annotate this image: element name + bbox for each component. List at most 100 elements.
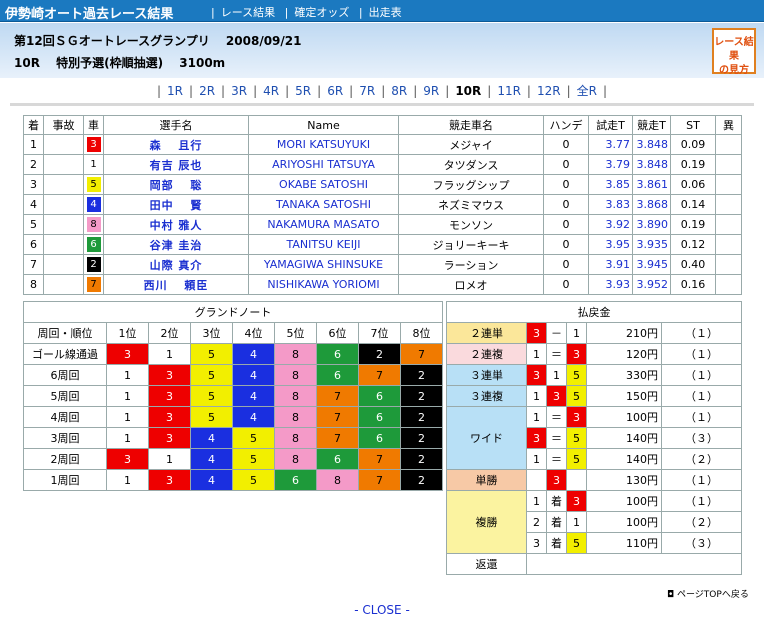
- nav-race-result[interactable]: レース結果: [221, 6, 275, 19]
- rider-name[interactable]: 中村 雅人: [103, 214, 249, 235]
- machine-name: ラーション: [398, 254, 544, 275]
- nav-entry-list[interactable]: 出走表: [369, 6, 402, 19]
- race-link-5[interactable]: 5R: [295, 84, 311, 98]
- combo-car: 5: [566, 385, 587, 407]
- handicap: 0: [543, 174, 589, 195]
- combo-car: 3: [526, 427, 547, 449]
- race-link-2[interactable]: 2R: [199, 84, 215, 98]
- table-row: 4 4 田中 賢 TANAKA SATOSHI ネズミマウス 0 3.83 3.868 0.14: [23, 194, 742, 215]
- nav-separator: |: [381, 84, 386, 98]
- race-link-13[interactable]: 全R: [577, 84, 597, 98]
- trial-time: 3.77: [588, 134, 633, 155]
- rider-name[interactable]: 森 且行: [103, 134, 249, 155]
- position-car: 2: [399, 406, 444, 428]
- howto-button[interactable]: レース結果 の見方: [712, 28, 756, 76]
- race-link-1[interactable]: 1R: [167, 84, 183, 98]
- page-top-link[interactable]: ◘ ページTOPへ戻る: [667, 587, 749, 600]
- combo-car: 3: [566, 406, 587, 428]
- rider-name[interactable]: 谷津 圭治: [103, 234, 249, 255]
- accident: [43, 254, 84, 275]
- place-rank: 3: [526, 532, 547, 554]
- nav-separator: |: [285, 84, 290, 98]
- place-label: 着: [546, 490, 567, 512]
- table-row: 7 2 山際 真介 YAMAGIWA SHINSUKE ラーション 0 3.91 3.945 0…: [23, 254, 742, 275]
- race-link-7[interactable]: 7R: [359, 84, 375, 98]
- results-header: 車: [83, 115, 104, 135]
- position-car: 7: [316, 406, 359, 428]
- race-time: 3.861: [632, 174, 671, 195]
- grand-note-header: 2位: [148, 322, 191, 344]
- race-link-6[interactable]: 6R: [327, 84, 343, 98]
- car-cell: 3: [83, 134, 104, 155]
- car-number: 2: [86, 257, 101, 272]
- grand-note-header: 7位: [358, 322, 401, 344]
- grand-note-header: 4位: [232, 322, 275, 344]
- combo-sep: ＝: [546, 427, 567, 449]
- car-number: 7: [86, 277, 101, 292]
- race-time: 3.848: [632, 134, 671, 155]
- car-cell: 2: [83, 254, 104, 275]
- race-link-8[interactable]: 8R: [391, 84, 407, 98]
- combo-car: 1: [526, 448, 547, 470]
- divider: [10, 103, 754, 106]
- position-car: 6: [316, 343, 359, 365]
- trial-time: 3.93: [588, 274, 633, 295]
- handicap: 0: [543, 134, 589, 155]
- position-car: 2: [399, 448, 444, 470]
- grand-note-header: 3位: [190, 322, 233, 344]
- results-header: 着: [23, 115, 44, 135]
- position-car: 6: [358, 385, 401, 407]
- rank: 3: [23, 174, 44, 195]
- race-link-11[interactable]: 11R: [497, 84, 521, 98]
- position-car: 2: [399, 469, 444, 491]
- bet-type: ３連単: [446, 364, 527, 386]
- position-car: 7: [316, 427, 359, 449]
- position-car: 3: [148, 364, 191, 386]
- table-row: 2周回 3 1 4 5 8 6 7 2: [23, 448, 444, 470]
- position-car: 2: [399, 385, 444, 407]
- position-car: 3: [148, 406, 191, 428]
- table-row: ２連単 3 － 1 210円 （１）: [446, 322, 743, 344]
- rider-name[interactable]: 山際 真介: [103, 254, 249, 275]
- position-car: 7: [316, 385, 359, 407]
- flag: [715, 274, 742, 295]
- rider-romaji: MORI KATSUYUKI: [248, 134, 399, 155]
- close-link[interactable]: - CLOSE -: [0, 603, 764, 617]
- rider-name[interactable]: 岡部 聡: [103, 174, 249, 195]
- table-row: 5 8 中村 雅人 NAKAMURA MASATO モンソン 0 3.92 3.890 0.19: [23, 214, 742, 235]
- results-table: 着事故車選手名 Name 競走車名 ハンデ 試走T 競走T ST 異 13森 且行 MORI K…: [23, 115, 742, 295]
- rider-name[interactable]: 西川 頼臣: [103, 274, 249, 295]
- start-timing: 0.06: [670, 174, 716, 195]
- position-car: 5: [232, 448, 275, 470]
- results-header: 異: [715, 115, 742, 135]
- popularity: （１）: [660, 406, 743, 428]
- bet-type: 返還: [446, 553, 527, 575]
- rider-name[interactable]: 有吉 辰也: [103, 154, 249, 175]
- nav-odds[interactable]: 確定オッズ: [294, 6, 349, 19]
- race-link-3[interactable]: 3R: [231, 84, 247, 98]
- accident: [43, 194, 84, 215]
- payout-amount: 110円: [586, 532, 662, 554]
- bet-type: 単勝: [446, 469, 527, 491]
- combo-car: 3: [526, 322, 547, 344]
- rank: 2: [23, 154, 44, 175]
- popularity: （１）: [660, 364, 743, 386]
- rank: 8: [23, 274, 44, 295]
- position-car: 2: [399, 427, 444, 449]
- position-car: 2: [358, 343, 401, 365]
- flag: [715, 254, 742, 275]
- race-link-10: 10R: [455, 84, 482, 98]
- position-car: 3: [106, 448, 149, 470]
- position-car: 4: [190, 469, 233, 491]
- race-link-4[interactable]: 4R: [263, 84, 279, 98]
- lap-label: 5周回: [23, 385, 107, 407]
- position-car: 1: [148, 448, 191, 470]
- table-row: ゴール線通過 3 1 5 4 8 6 2 7: [23, 343, 444, 365]
- grand-note-header-row: 周回・順位 1位 2位 3位 4位 5位 6位 7位 8位: [23, 322, 444, 344]
- grand-note-title-row: グランドノート: [22, 301, 444, 323]
- rider-name[interactable]: 田中 賢: [103, 194, 249, 215]
- race-link-12[interactable]: 12R: [537, 84, 561, 98]
- race-link-9[interactable]: 9R: [423, 84, 439, 98]
- payout-amount: 140円: [586, 427, 662, 449]
- table-row: 2 1 有吉 辰也 ARIYOSHI TATSUYA タツダンス 0 3.79 3.848 0.…: [23, 154, 742, 175]
